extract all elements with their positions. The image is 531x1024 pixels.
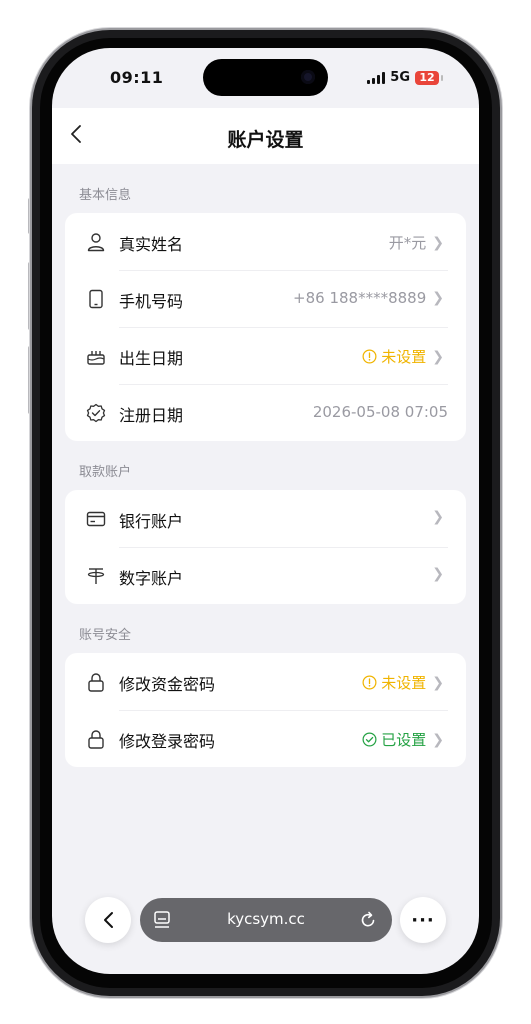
chevron-right-icon: ❯ [432,674,444,691]
status-warning: 未设置 [362,672,426,693]
nav-header: 账户设置 [52,108,479,164]
status-indicators: 5G 12 [367,70,443,85]
section-label-withdraw: 取款账户 [79,465,132,480]
row-label: 银行账户 [119,512,184,531]
row-real-name[interactable]: 真实姓名 开*元 ❯ [65,213,466,270]
lock-icon [88,673,104,692]
row-value-wrap: 未设置 ❯ [362,672,444,693]
row-label: 出生日期 [119,349,184,368]
row-label: 数字账户 [119,569,184,588]
bank-card-icon [86,511,106,527]
row-register-date: 注册日期 2026-05-08 07:05 [65,384,466,441]
section-label-security: 账号安全 [79,628,132,643]
row-label: 真实姓名 [119,235,184,254]
row-value-wrap: ❯ [432,566,444,582]
section-label-basic-info: 基本信息 [79,188,132,203]
row-label: 修改登录密码 [119,732,216,751]
row-value-wrap: 开*元 ❯ [389,232,444,253]
status-warning: 未设置 [362,346,426,367]
chevron-right-icon: ❯ [432,731,444,748]
url-text: kycsym.cc [227,910,305,928]
row-label: 注册日期 [119,406,184,425]
badge-check-icon [86,403,106,423]
card-basic-info: 真实姓名 开*元 ❯ 手机号码 +86 188****8889 ❯ 出生日期 未设置… [65,213,466,441]
chevron-right-icon: ❯ [432,290,444,306]
row-value-wrap: 2026-05-08 07:05 [313,403,448,421]
camera-icon [301,70,315,84]
chevron-right-icon: ❯ [432,234,444,251]
row-value-wrap: 未设置 ❯ [362,346,444,367]
chevron-right-icon: ❯ [432,509,444,525]
row-login-password[interactable]: 修改登录密码 已设置 ❯ [65,710,466,767]
row-value: 开*元 [388,234,427,252]
chevron-right-icon: ❯ [432,566,444,582]
dynamic-island [203,59,328,96]
check-circle-icon [362,732,377,747]
row-bank-account[interactable]: 银行账户 ❯ [65,490,466,547]
warning-circle-icon [362,675,377,690]
row-digital-account[interactable]: 数字账户 ❯ [65,547,466,604]
reload-icon[interactable] [358,910,378,930]
row-value: 已设置 [381,731,427,749]
card-withdraw-accounts: 银行账户 ❯ 数字账户 ❯ [65,490,466,604]
row-birthdate[interactable]: 出生日期 未设置 ❯ [65,327,466,384]
battery-icon: 12 [415,70,443,85]
row-value: 未设置 [381,674,427,692]
row-label: 修改资金密码 [119,675,216,694]
network-type: 5G [390,70,410,85]
row-phone[interactable]: 手机号码 +86 188****8889 ❯ [65,270,466,327]
status-time: 09:11 [110,68,164,87]
warning-circle-icon [362,349,377,364]
browser-back-button[interactable] [85,897,131,943]
address-bar[interactable]: kycsym.cc [140,898,392,942]
card-account-security: 修改资金密码 未设置 ❯ 修改登录密码 已设置 ❯ [65,653,466,767]
tether-icon [87,568,105,584]
person-icon [87,233,105,252]
status-ok: 已设置 [362,729,426,750]
phone-icon [89,289,103,309]
chevron-left-icon [103,912,113,928]
screen: 09:11 5G 12 账户设置 基本信息 真实姓名 开*元 ❯ 手机号码 +86… [52,48,479,974]
cake-icon [87,351,105,365]
row-value: 2026-05-08 07:05 [312,403,448,421]
chevron-right-icon: ❯ [432,348,444,365]
more-button[interactable]: ··· [400,897,446,943]
row-value: +86 188****8889 [293,289,427,307]
row-value-wrap: 已设置 ❯ [362,729,444,750]
row-value-wrap: +86 188****8889 ❯ [293,289,444,307]
row-label: 手机号码 [119,292,184,311]
page-title: 账户设置 [227,129,304,151]
row-fund-password[interactable]: 修改资金密码 未设置 ❯ [65,653,466,710]
row-value: 未设置 [381,348,427,366]
signal-icon [367,71,386,84]
lock-icon [88,730,104,749]
row-value-wrap: ❯ [432,509,444,525]
